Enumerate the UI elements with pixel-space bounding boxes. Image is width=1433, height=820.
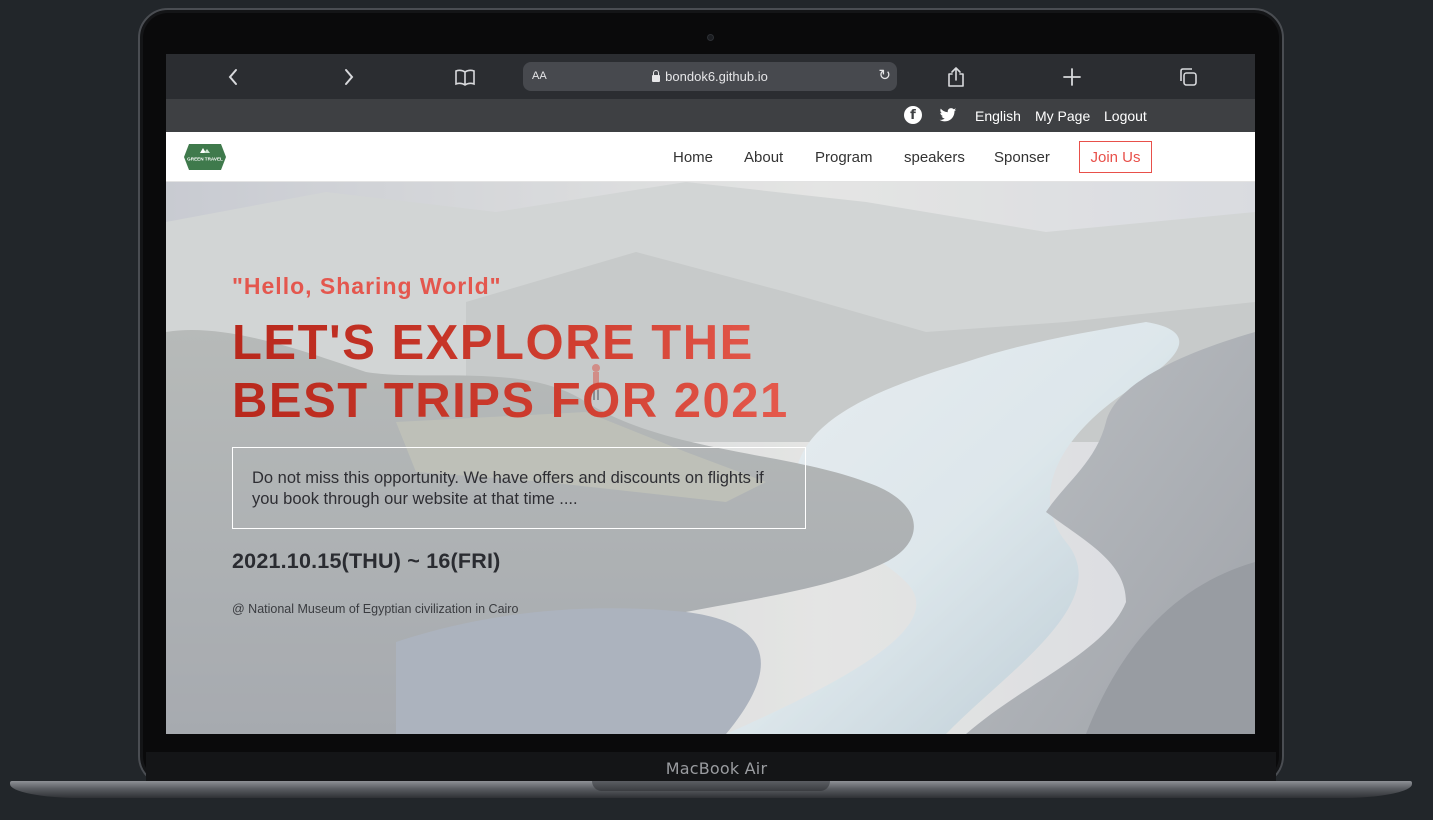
device-brand-label: MacBook Air [665,759,768,778]
facebook-icon[interactable]: f [904,106,922,124]
hero-tagline: "Hello, Sharing World" [232,273,502,299]
laptop-notch [592,781,830,791]
address-bar[interactable]: AA bondok6.github.io ↻ [523,62,897,91]
hero-section: "Hello, Sharing World" LET'S EXPLORE THE… [166,182,1255,734]
camera [707,34,714,41]
hero-description-box: Do not miss this opportunity. We have of… [232,447,806,529]
site-logo[interactable]: GREEN TRAVEL [183,142,227,172]
twitter-icon[interactable] [939,106,957,124]
logout-link[interactable]: Logout [1104,108,1147,124]
hero-description: Do not miss this opportunity. We have of… [252,469,764,508]
hero-headline-line-2: BEST TRIPS FOR 2021 [232,374,789,428]
nav-speakers[interactable]: speakers [904,149,965,166]
my-page-link[interactable]: My Page [1035,108,1090,124]
reload-icon[interactable]: ↻ [878,66,891,84]
lock-icon [652,70,661,82]
main-nav: GREEN TRAVEL Home About Program speakers… [166,132,1255,182]
hero-headline: LET'S EXPLORE THE BEST TRIPS FOR 2021 [232,314,789,430]
event-date: 2021.10.15(THU) ~ 16(FRI) [232,549,501,573]
nav-home[interactable]: Home [673,149,713,166]
browser-toolbar: AA bondok6.github.io ↻ [166,54,1255,99]
book-icon[interactable] [452,64,478,90]
logo-text: GREEN TRAVEL [187,157,223,162]
share-icon[interactable] [943,64,969,90]
join-us-button[interactable]: Join Us [1079,141,1152,173]
nav-about[interactable]: About [744,149,783,166]
hero-headline-line-1: LET'S EXPLORE THE [232,314,789,372]
site-top-bar: f English My Page Logout [166,99,1255,132]
nav-program[interactable]: Program [815,149,873,166]
url-text: bondok6.github.io [665,69,768,84]
event-venue: @ National Museum of Egyptian civilizati… [232,602,519,616]
chevron-right-icon[interactable] [336,64,362,90]
plus-icon[interactable] [1059,64,1085,90]
screen: AA bondok6.github.io ↻ f English My Page… [166,54,1255,734]
language-link[interactable]: English [975,108,1021,124]
tabs-icon[interactable] [1175,64,1201,90]
nav-sponser[interactable]: Sponser [994,149,1050,166]
chevron-left-icon[interactable] [220,64,246,90]
